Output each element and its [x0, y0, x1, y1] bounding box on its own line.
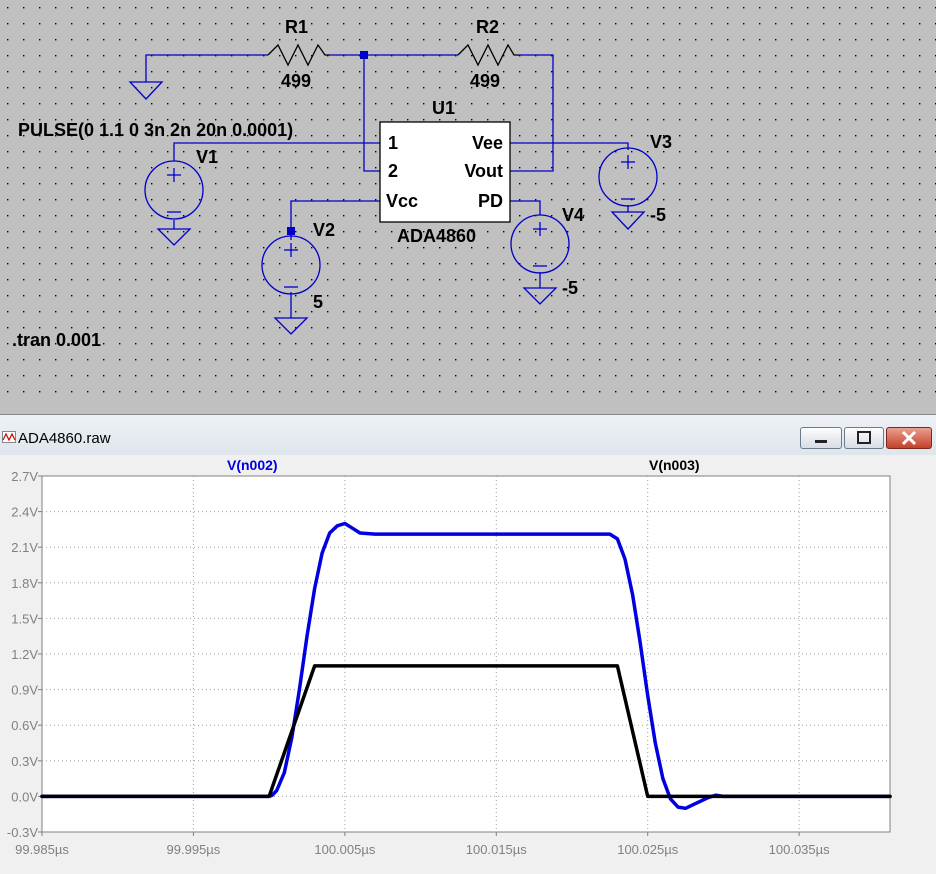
v3-value: -5 [650, 205, 666, 225]
x-tick-label: 100.015µs [466, 842, 527, 857]
v2-value: 5 [313, 292, 323, 312]
x-tick-label: 100.035µs [769, 842, 830, 857]
x-tick-label: 99.995µs [167, 842, 221, 857]
schematic-svg[interactable]: R1 499 R2 499 U1 ADA4860 1 2 Vcc Vee Vou… [0, 0, 936, 405]
wire-junction [360, 51, 368, 59]
x-tick-label: 100.025µs [617, 842, 678, 857]
u1-pin-vcc: Vcc [386, 191, 418, 211]
v2-name: V2 [313, 220, 335, 240]
u1-name: U1 [432, 98, 455, 118]
r2-name: R2 [476, 17, 499, 37]
r1-value: 499 [281, 71, 311, 91]
y-tick-label: 1.8V [11, 576, 38, 591]
y-tick-label: 0.9V [11, 683, 38, 698]
window-titlebar[interactable]: ADA4860.raw [0, 415, 936, 455]
y-tick-label: 2.7V [11, 469, 38, 484]
maximize-button[interactable] [844, 427, 884, 449]
y-tick-label: 1.5V [11, 611, 38, 626]
trace-label-v-n002[interactable]: V(n002) [227, 457, 278, 473]
window-title: ADA4860.raw [18, 430, 111, 447]
r1-name: R1 [285, 17, 308, 37]
wire-junction [287, 227, 295, 235]
y-tick-label: 0.0V [11, 789, 38, 804]
close-icon [901, 430, 917, 446]
u1-pin-2: 2 [388, 161, 398, 181]
minimize-icon [815, 440, 827, 443]
waveform-file-icon [2, 431, 16, 443]
u1-pin-vee: Vee [472, 133, 503, 153]
u1-part: ADA4860 [397, 226, 476, 246]
x-tick-label: 100.005µs [314, 842, 375, 857]
schematic-canvas[interactable]: R1 499 R2 499 U1 ADA4860 1 2 Vcc Vee Vou… [0, 0, 936, 405]
v3-name: V3 [650, 132, 672, 152]
spice-directive[interactable]: .tran 0.001 [12, 330, 101, 350]
u1-pin-vout: Vout [464, 161, 503, 181]
u1-pin-pd: PD [478, 191, 503, 211]
minimize-button[interactable] [800, 427, 842, 449]
close-button[interactable] [886, 427, 932, 449]
v4-value: -5 [562, 278, 578, 298]
y-tick-label: 0.3V [11, 754, 38, 769]
v1-name: V1 [196, 147, 218, 167]
y-tick-label: 2.4V [11, 505, 38, 520]
u1-pin-1: 1 [388, 133, 398, 153]
v4-name: V4 [562, 205, 584, 225]
r2-value: 499 [470, 71, 500, 91]
plot-area[interactable]: 99.985µs 99.995µs 100.005µs 100.015µs 100.02… [0, 455, 936, 874]
y-tick-label: 1.2V [11, 647, 38, 662]
v1-value: PULSE(0 1.1 0 3n 2n 20n 0.0001) [18, 120, 293, 140]
waveform-plot[interactable]: 99.985µs 99.995µs 100.005µs 100.015µs 100.02… [0, 455, 936, 874]
maximize-icon [857, 431, 871, 444]
y-tick-label: -0.3V [7, 825, 38, 840]
y-tick-label: 0.6V [11, 718, 38, 733]
waveform-window[interactable]: ADA4860.raw 99.985µs 99.995µs 100.005µs 100… [0, 414, 936, 874]
trace-label-v-n003[interactable]: V(n003) [649, 457, 700, 473]
x-tick-label: 99.985µs [15, 842, 69, 857]
y-tick-label: 2.1V [11, 540, 38, 555]
